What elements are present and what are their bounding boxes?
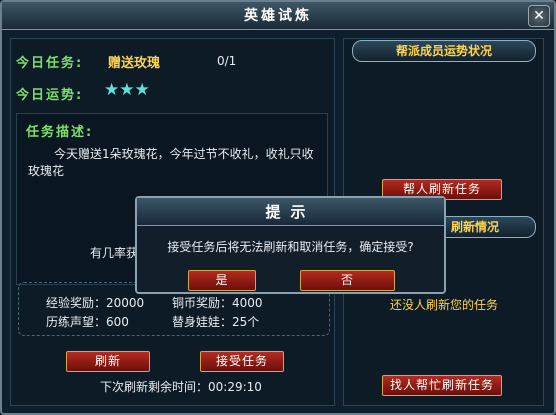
luck-stars-icon: ★★★ [104,80,150,100]
guild-luck-banner: 帮派成员运势状况 [352,40,536,62]
today-task-value: 赠送玫瑰 [108,56,161,71]
reward-coin: 铜币奖励：4000 [172,296,263,310]
confirm-dialog: 提示 接受任务后将无法刷新和取消任务，确定接受? 是 否 [135,196,446,294]
today-luck-label: 今日运势: [16,88,84,103]
dialog-message: 接受任务后将无法刷新和取消任务，确定接受? [167,240,414,254]
refresh-timer: 下次刷新剩余时间：00:29:10 [100,380,262,394]
description-partial-text: 有几率获 [90,246,139,260]
task-progress: 0/1 [217,54,237,68]
close-icon[interactable]: ✕ [528,5,550,27]
accept-task-button[interactable]: 接受任务 [200,351,284,372]
window-title: 英雄试炼 [2,2,554,30]
reward-doll: 替身娃娃：25个 [172,315,260,329]
dialog-no-button[interactable]: 否 [300,270,395,291]
find-help-button[interactable]: 找人帮忙刷新任务 [382,375,502,396]
today-task-label: 今日任务: [16,56,84,71]
description-label: 任务描述: [26,125,94,140]
refresh-status-text: 还没人刷新您的任务 [390,298,499,312]
dialog-title: 提示 [137,198,444,226]
reward-prestige: 历练声望：600 [46,315,129,329]
description-text: 今天赠送1朵玫瑰花，今年过节不收礼，收礼只收玫瑰花 [28,147,314,178]
dialog-yes-button[interactable]: 是 [188,270,256,291]
refresh-button[interactable]: 刷新 [66,351,150,372]
reward-exp: 经验奖励：20000 [46,296,145,310]
